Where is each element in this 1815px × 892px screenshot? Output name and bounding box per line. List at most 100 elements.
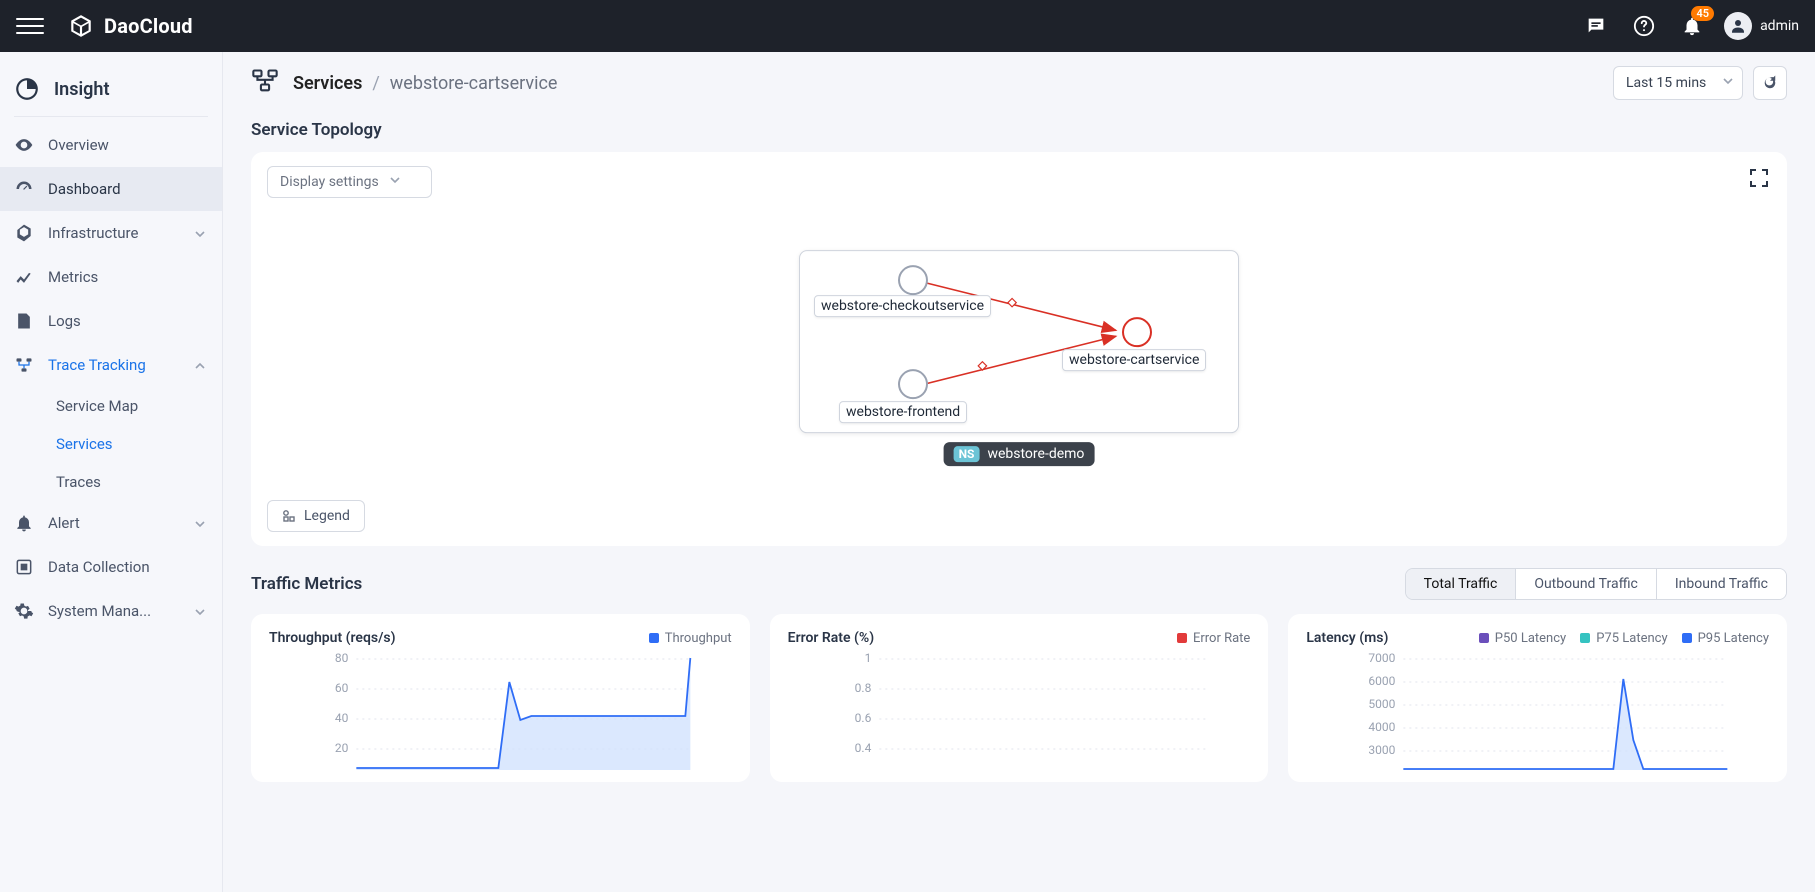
- legend-item-p50[interactable]: P50 Latency: [1479, 631, 1566, 646]
- sidebar-item-label: Metrics: [48, 268, 98, 286]
- traffic-tabs: Total Traffic Outbound Traffic Inbound T…: [1405, 568, 1787, 600]
- breadcrumb: Services / webstore-cartservice: [293, 73, 557, 94]
- display-settings-select[interactable]: Display settings: [267, 166, 432, 198]
- svg-text:6000: 6000: [1369, 674, 1396, 688]
- legend-icon: [282, 509, 296, 523]
- svg-text:60: 60: [335, 681, 349, 695]
- chart-title: Latency (ms): [1306, 630, 1388, 646]
- topbar: DaoCloud 45 admin: [0, 0, 1815, 52]
- sidebar-item-label: Logs: [48, 312, 81, 330]
- chevron-down-icon: [194, 226, 208, 240]
- topology-node-checkout[interactable]: [898, 265, 928, 295]
- svg-text:0.6: 0.6: [854, 711, 871, 725]
- sidebar: Insight Overview Dashboard Infrastructur…: [0, 52, 223, 892]
- chevron-down-icon: [194, 604, 208, 618]
- chart-svg-throughput: 80 60 40 20: [269, 652, 732, 770]
- svg-text:7000: 7000: [1369, 651, 1396, 665]
- tab-total-traffic[interactable]: Total Traffic: [1406, 569, 1516, 599]
- sidebar-item-label: Infrastructure: [48, 224, 138, 242]
- insight-icon: [14, 76, 40, 102]
- svg-text:40: 40: [335, 711, 349, 725]
- breadcrumb-current: webstore-cartservice: [390, 73, 558, 94]
- notification-badge: 45: [1691, 6, 1714, 21]
- chart-title: Throughput (reqs/s): [269, 630, 396, 646]
- legend-button[interactable]: Legend: [267, 500, 365, 532]
- svg-text:3000: 3000: [1369, 743, 1396, 757]
- svg-text:1: 1: [864, 651, 871, 665]
- refresh-button[interactable]: [1753, 66, 1787, 100]
- breadcrumb-root[interactable]: Services: [293, 73, 362, 94]
- chevron-up-icon: [194, 358, 208, 372]
- chevron-down-icon: [194, 516, 208, 530]
- chart-latency: Latency (ms) P50 Latency P75 Latency P95…: [1288, 614, 1787, 782]
- user-name: admin: [1760, 18, 1799, 34]
- time-range-select[interactable]: Last 15 mins: [1613, 66, 1743, 100]
- sidebar-item-infrastructure[interactable]: Infrastructure: [0, 211, 222, 255]
- sidebar-item-metrics[interactable]: Metrics: [0, 255, 222, 299]
- gear-icon: [14, 601, 34, 621]
- hex-icon: [14, 223, 34, 243]
- sidebar-item-overview[interactable]: Overview: [0, 123, 222, 167]
- svg-text:4000: 4000: [1369, 720, 1396, 734]
- fullscreen-button[interactable]: [1747, 166, 1771, 190]
- sidebar-subitem-service-map[interactable]: Service Map: [0, 387, 222, 425]
- tab-outbound-traffic[interactable]: Outbound Traffic: [1515, 569, 1656, 599]
- svg-text:0.8: 0.8: [854, 681, 871, 695]
- sidebar-item-logs[interactable]: Logs: [0, 299, 222, 343]
- page-header: Services / webstore-cartservice Last 15 …: [251, 66, 1787, 100]
- help-icon[interactable]: [1628, 10, 1660, 42]
- sidebar-item-label: Dashboard: [48, 180, 121, 198]
- services-icon: [251, 67, 279, 99]
- chart-title: Error Rate (%): [788, 630, 874, 646]
- tab-inbound-traffic[interactable]: Inbound Traffic: [1656, 569, 1786, 599]
- notifications-icon[interactable]: 45: [1676, 10, 1708, 42]
- topology-card: Display settings Legend: [251, 152, 1787, 546]
- topology-graph[interactable]: webstore-checkoutservice webstore-fronte…: [799, 250, 1239, 433]
- breadcrumb-separator: /: [372, 73, 379, 94]
- legend-item-p95[interactable]: P95 Latency: [1682, 631, 1769, 646]
- brand-text: DaoCloud: [104, 14, 193, 38]
- svg-text:20: 20: [335, 741, 349, 755]
- avatar-icon: [1724, 12, 1752, 40]
- sidebar-item-system-management[interactable]: System Mana...: [0, 589, 222, 633]
- collect-icon: [14, 557, 34, 577]
- dashboard-icon: [14, 179, 34, 199]
- topology-node-frontend[interactable]: [898, 369, 928, 399]
- sidebar-item-label: Overview: [48, 136, 109, 154]
- section-title-traffic: Traffic Metrics: [251, 574, 362, 594]
- menu-toggle[interactable]: [16, 12, 44, 40]
- eye-icon: [14, 135, 34, 155]
- sidebar-subitem-traces[interactable]: Traces: [0, 463, 222, 501]
- topology-node-cart[interactable]: [1122, 317, 1152, 347]
- user-menu[interactable]: admin: [1724, 12, 1799, 40]
- chart-error-rate: Error Rate (%) Error Rate 1 0.8 0.6: [770, 614, 1269, 782]
- charts-row: Throughput (reqs/s) Throughput 80 60 40: [251, 614, 1787, 782]
- sidebar-item-alert[interactable]: Alert: [0, 501, 222, 545]
- sidebar-item-trace-tracking[interactable]: Trace Tracking: [0, 343, 222, 387]
- sidebar-section-title: Insight: [0, 62, 222, 116]
- sidebar-item-data-collection[interactable]: Data Collection: [0, 545, 222, 589]
- messages-icon[interactable]: [1580, 10, 1612, 42]
- chevron-down-icon: [1722, 75, 1734, 91]
- chevron-down-icon: [389, 174, 401, 190]
- svg-text:80: 80: [335, 651, 349, 665]
- brand-logo-icon: [68, 13, 94, 39]
- namespace-badge: NS: [954, 446, 980, 462]
- bell-icon: [14, 513, 34, 533]
- sidebar-item-label: Trace Tracking: [48, 356, 146, 374]
- legend-item-throughput[interactable]: Throughput: [649, 631, 732, 646]
- svg-text:0.4: 0.4: [854, 741, 871, 755]
- main: Services / webstore-cartservice Last 15 …: [223, 52, 1815, 892]
- logs-icon: [14, 311, 34, 331]
- sidebar-item-dashboard[interactable]: Dashboard: [0, 167, 222, 211]
- namespace-tag[interactable]: NS webstore-demo: [944, 442, 1095, 466]
- trace-icon: [14, 355, 34, 375]
- topology-node-label: webstore-cartservice: [1062, 349, 1206, 371]
- chart-throughput: Throughput (reqs/s) Throughput 80 60 40: [251, 614, 750, 782]
- brand[interactable]: DaoCloud: [68, 13, 193, 39]
- topology-node-label: webstore-frontend: [839, 401, 967, 423]
- legend-item-p75[interactable]: P75 Latency: [1580, 631, 1667, 646]
- sidebar-item-label: Alert: [48, 514, 80, 532]
- legend-item-error-rate[interactable]: Error Rate: [1177, 631, 1250, 646]
- sidebar-subitem-services[interactable]: Services: [0, 425, 222, 463]
